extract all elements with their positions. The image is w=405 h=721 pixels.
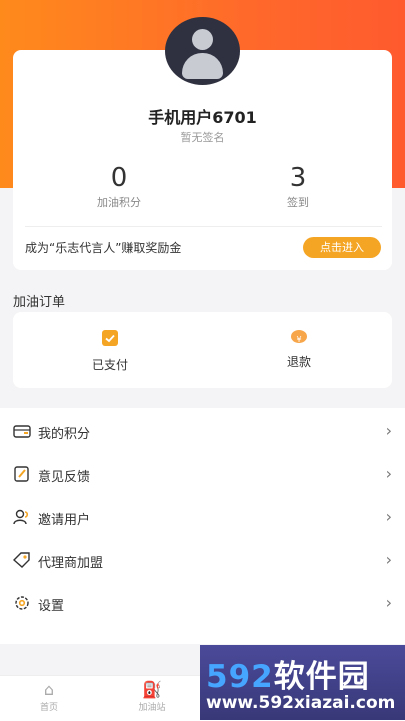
menu-item-label: 意见反馈 (38, 470, 91, 485)
promo-text: 成为“乐志代言人”赚取奖励金 (25, 241, 182, 255)
chevron-right-icon: › (385, 421, 392, 440)
watermark: 592软件园 www.592xiazai.com (200, 645, 405, 720)
menu-list: 我的积分 › 意见反馈 › 邀请用户 › 代理商加盟 › 设置 › (0, 408, 405, 644)
menu-item-feedback[interactable]: 意见反馈 › (0, 452, 405, 495)
menu-item-settings[interactable]: 设置 › (0, 581, 405, 624)
chevron-right-icon: › (385, 507, 392, 526)
menu-item-agent[interactable]: 代理商加盟 › (0, 538, 405, 581)
order-refund[interactable]: ¥ 退款 (259, 330, 339, 370)
menu-item-label: 我的积分 (38, 427, 91, 442)
tab-home[interactable]: ⌂ 首页 (19, 680, 79, 713)
chevron-right-icon: › (385, 550, 392, 569)
enter-button[interactable]: 点击进入 (303, 237, 381, 258)
checkin-value: 3 (289, 163, 307, 193)
tab-label: 加油站 (138, 703, 166, 713)
tab-label: 首页 (39, 703, 58, 713)
chevron-right-icon: › (385, 464, 392, 483)
menu-item-label: 邀请用户 (38, 513, 91, 528)
wallet-icon (13, 423, 31, 439)
points-value: 0 (110, 163, 128, 193)
svg-text:¥: ¥ (296, 335, 301, 344)
tag-icon (12, 552, 31, 568)
signature: 暂无签名 (180, 131, 225, 144)
order-paid[interactable]: 已支付 (70, 330, 150, 373)
refund-icon: ¥ (291, 330, 307, 344)
divider (25, 226, 382, 227)
clipboard-check-icon (102, 330, 118, 346)
chevron-right-icon: › (385, 593, 392, 612)
avatar-head-icon (192, 29, 213, 50)
points-stat[interactable]: 0 加油积分 (69, 162, 169, 210)
edit-note-icon (13, 466, 31, 482)
watermark-url: www.592xiazai.com (206, 693, 396, 713)
orders-title: 加油订单 (13, 295, 66, 310)
user-invite-icon (13, 509, 31, 525)
watermark-logo: 592软件园 (206, 659, 370, 695)
avatar-body-icon (182, 53, 223, 79)
menu-item-label: 设置 (38, 599, 65, 614)
username: 手机用户6701 (148, 108, 257, 127)
gear-icon (13, 595, 31, 611)
tab-gas-station[interactable]: ⛽ 加油站 (122, 680, 182, 713)
checkin-stat[interactable]: 3 签到 (248, 162, 348, 210)
orders-card: 已支付 ¥ 退款 (13, 312, 392, 388)
avatar[interactable] (165, 17, 240, 85)
home-icon: ⌂ (43, 680, 55, 699)
order-refund-label: 退款 (286, 355, 311, 369)
menu-item-invite[interactable]: 邀请用户 › (0, 495, 405, 538)
order-paid-label: 已支付 (91, 358, 128, 372)
checkin-label: 签到 (287, 196, 309, 209)
gas-pump-icon: ⛽ (142, 680, 162, 699)
points-label: 加油积分 (97, 196, 141, 209)
menu-item-label: 代理商加盟 (38, 556, 104, 571)
menu-item-points[interactable]: 我的积分 › (0, 409, 405, 452)
